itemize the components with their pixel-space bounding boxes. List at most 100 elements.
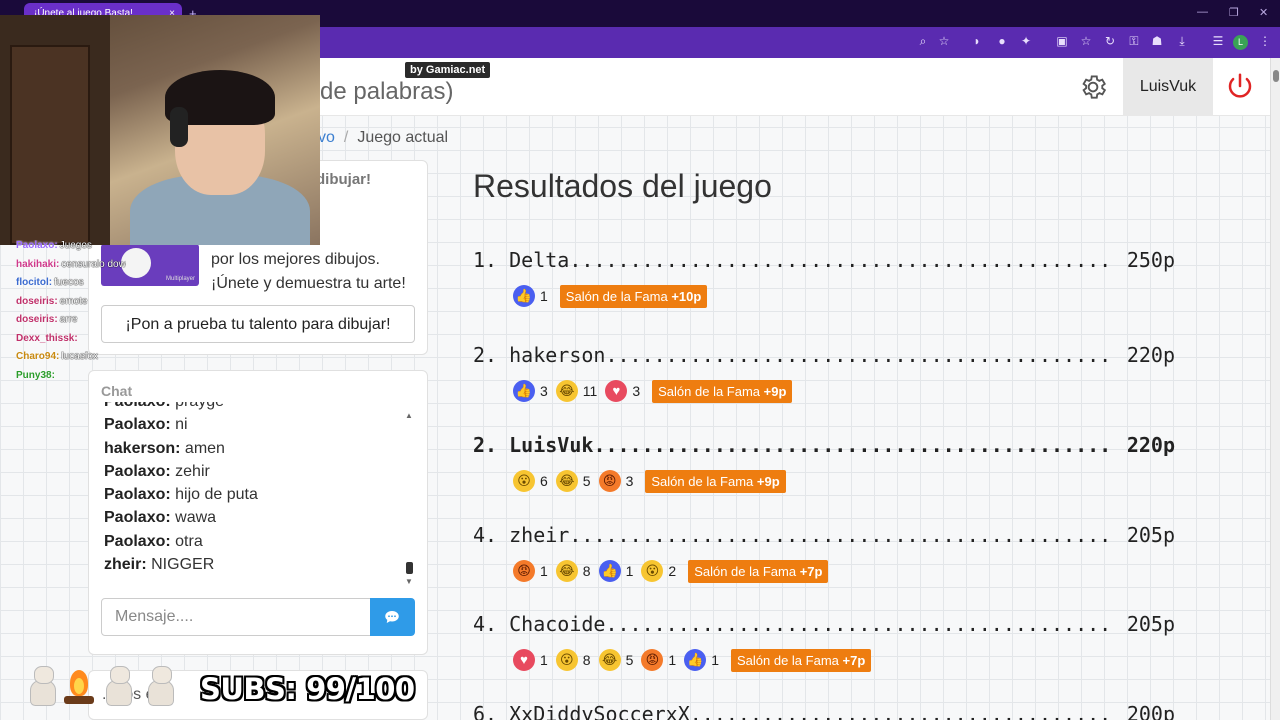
result-points: 205p bbox=[1126, 612, 1175, 636]
restore-icon[interactable]: ❐ bbox=[1229, 6, 1239, 19]
reaction-like[interactable]: 👍 1 bbox=[684, 649, 719, 671]
chat-messages[interactable]: Paolaxo: prayge Paolaxo: ni hakerson: am… bbox=[104, 402, 404, 588]
scrollbar-thumb[interactable] bbox=[1273, 70, 1279, 82]
stream-chat-line: Charo94: lucasfox bbox=[16, 351, 126, 370]
profile-avatar[interactable]: L bbox=[1233, 35, 1248, 50]
user-menu-button[interactable]: LuisVuk bbox=[1123, 58, 1213, 116]
bookmark-star-icon[interactable]: ☆ bbox=[937, 34, 951, 48]
reaction-count: 1 bbox=[540, 563, 548, 579]
chat-message: Paolaxo: hijo de puta bbox=[104, 483, 404, 506]
cat-emote-icon bbox=[22, 664, 60, 708]
chat-message: Paolaxo: otra bbox=[104, 530, 404, 553]
reaction-like[interactable]: 👍 1 bbox=[513, 285, 548, 307]
reaction-angry[interactable]: 😡 1 bbox=[513, 560, 548, 582]
download-icon[interactable]: ⤓ bbox=[1175, 34, 1189, 48]
result-rank: 1. bbox=[473, 248, 498, 272]
campfire-emote-icon bbox=[62, 666, 96, 706]
stream-chat-user: Dexx_thissk: bbox=[16, 332, 78, 344]
chat-message-input[interactable] bbox=[101, 598, 371, 636]
reaction-wow[interactable]: 😮 6 bbox=[513, 470, 548, 492]
history-icon[interactable]: ↻ bbox=[1103, 34, 1117, 48]
favorites-icon[interactable]: ☆ bbox=[1079, 34, 1093, 48]
hall-of-fame-badge: Salón de la Fama +7p bbox=[730, 648, 872, 672]
reactions-row: 😡 1 😂 8 👍 1 😮 2 Salón de la Fama +7p bbox=[513, 558, 829, 584]
reaction-angry[interactable]: 😡 1 bbox=[641, 649, 676, 671]
chat-text: ni bbox=[175, 416, 188, 434]
stream-chat-text: censuralo down bbox=[61, 258, 126, 270]
fame-label: Salón de la Fama bbox=[658, 383, 761, 399]
chat-text: hijo de puta bbox=[175, 486, 258, 504]
reaction-wow[interactable]: 😮 2 bbox=[641, 560, 676, 582]
stream-chat-overlay: Paolaxo: Juegos hakihaki: censuralo down flo… bbox=[16, 240, 126, 405]
promo-text-line: ¡Únete y demuestra tu arte! bbox=[211, 274, 406, 292]
result-row: 4. Chacoide.............................… bbox=[473, 612, 1175, 638]
extension-icon[interactable]: ◗ bbox=[970, 34, 984, 48]
reaction-count: 8 bbox=[582, 563, 591, 579]
webcam-cabinet bbox=[10, 45, 90, 245]
chat-text: NIGGER bbox=[151, 556, 215, 574]
wow-reaction-icon: 😮 bbox=[513, 470, 535, 492]
chat-user: Paolaxo: bbox=[104, 486, 171, 504]
draw-challenge-button[interactable]: ¡Pon a prueba tu talento para dibujar! bbox=[101, 305, 415, 343]
extension-icon[interactable]: ● bbox=[995, 34, 1009, 48]
reactions-row: 👍 1 Salón de la Fama +10p bbox=[513, 283, 708, 309]
reaction-wow[interactable]: 😮 8 bbox=[555, 649, 591, 671]
result-name: XxDiddySoccerxX bbox=[509, 702, 690, 720]
hall-of-fame-badge: Salón de la Fama +10p bbox=[559, 284, 708, 308]
power-logout-icon[interactable] bbox=[1225, 71, 1255, 101]
stream-chat-line: Puny38: bbox=[16, 370, 126, 389]
reaction-count: 6 bbox=[540, 473, 548, 489]
result-dots: ........................................… bbox=[569, 248, 1113, 272]
result-rank: 2. bbox=[473, 433, 498, 457]
chat-user: Paolaxo: bbox=[104, 532, 171, 550]
stream-chat-text: Juegos bbox=[59, 240, 92, 251]
result-dots: ........................................… bbox=[689, 702, 1113, 720]
webcam-overlay bbox=[0, 15, 320, 245]
laugh-reaction-icon: 😂 bbox=[555, 560, 578, 582]
cat-emote-icon bbox=[98, 664, 136, 708]
puzzle-icon[interactable]: ✦ bbox=[1019, 34, 1033, 48]
reaction-love[interactable]: ♥ 3 bbox=[605, 380, 640, 402]
reaction-count: 2 bbox=[668, 563, 677, 579]
minimize-icon[interactable]: — bbox=[1197, 6, 1208, 18]
menu-icon[interactable]: ⋮ bbox=[1258, 34, 1272, 48]
chat-scroll-up-icon[interactable]: ▲ bbox=[405, 411, 413, 420]
reaction-laugh[interactable]: 😂 8 bbox=[555, 560, 591, 582]
key-icon[interactable]: ⚿ bbox=[1127, 34, 1141, 48]
reaction-laugh[interactable]: 😂 5 bbox=[555, 470, 591, 492]
reaction-laugh[interactable]: 😂 11 bbox=[555, 380, 598, 402]
reaction-love[interactable]: ♥ 1 bbox=[513, 649, 548, 671]
breadcrumb-link[interactable]: vo bbox=[318, 129, 335, 146]
stream-chat-line: doseiris: emote bbox=[16, 296, 126, 315]
breadcrumb: vo / Juego actual bbox=[318, 129, 448, 147]
reaction-count: 8 bbox=[582, 652, 591, 668]
result-points: 250p bbox=[1126, 248, 1175, 272]
page-scrollbar[interactable] bbox=[1270, 58, 1280, 720]
window-close-icon[interactable]: ✕ bbox=[1259, 6, 1268, 19]
fame-label: Salón de la Fama bbox=[694, 563, 797, 579]
reaction-laugh[interactable]: 😂 5 bbox=[598, 649, 633, 671]
reaction-count: 11 bbox=[582, 383, 598, 399]
reaction-angry[interactable]: 😡 3 bbox=[598, 470, 633, 492]
stream-chat-line: Paolaxo: Juegos bbox=[16, 240, 126, 259]
chat-send-button[interactable] bbox=[370, 598, 415, 636]
angry-reaction-icon: 😡 bbox=[598, 470, 621, 492]
reaction-like[interactable]: 👍 1 bbox=[598, 560, 633, 582]
reaction-count: 1 bbox=[668, 652, 677, 668]
chat-scrollbar-thumb[interactable] bbox=[406, 562, 413, 574]
like-reaction-icon: 👍 bbox=[598, 560, 621, 582]
result-points: 220p bbox=[1126, 343, 1175, 367]
result-name: LuisVuk bbox=[509, 433, 594, 457]
chat-scroll-down-icon[interactable]: ▼ bbox=[405, 577, 413, 586]
result-name: Chacoide bbox=[509, 612, 606, 636]
settings-gear-icon[interactable] bbox=[1078, 72, 1108, 102]
extension-icon[interactable]: ▣ bbox=[1055, 34, 1069, 48]
reading-list-icon[interactable]: ☰ bbox=[1211, 34, 1225, 48]
zoom-icon[interactable]: ⌕ bbox=[916, 34, 930, 48]
site-title[interactable]: o de palabras) bbox=[300, 78, 453, 106]
extension-icon[interactable]: ☗ bbox=[1150, 34, 1164, 48]
reaction-like[interactable]: 👍 3 bbox=[513, 380, 548, 402]
laugh-reaction-icon: 😂 bbox=[555, 380, 578, 402]
result-player: 2. hakerson.............................… bbox=[473, 343, 1113, 367]
stream-chat-user: Paolaxo: bbox=[16, 240, 58, 251]
